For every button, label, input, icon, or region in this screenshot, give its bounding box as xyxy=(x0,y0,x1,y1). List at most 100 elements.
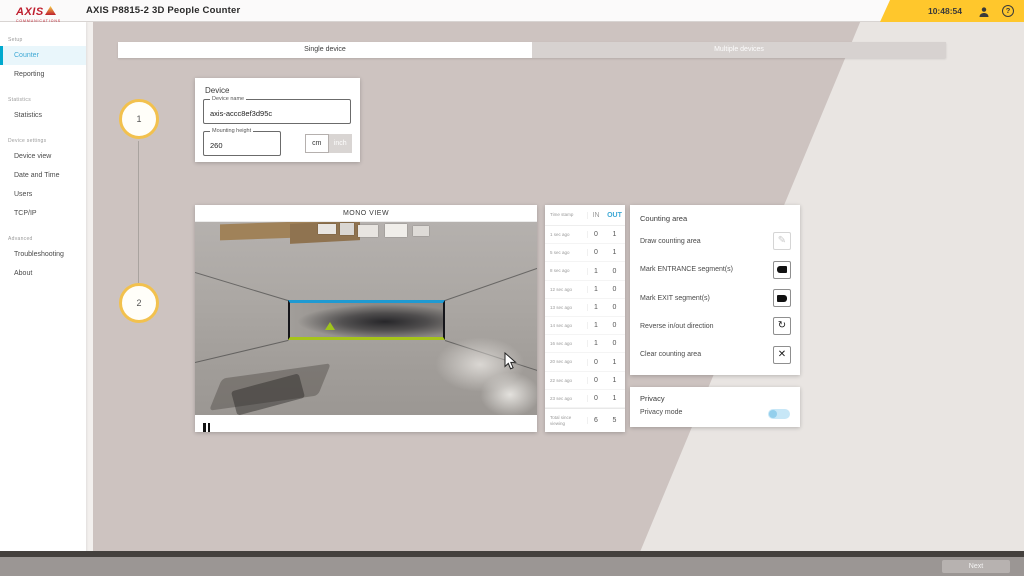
device-tabs: Single device Multiple devices xyxy=(118,42,946,58)
stats-total-label: Total since viewing xyxy=(545,415,587,426)
pause-icon[interactable] xyxy=(203,419,215,428)
mouse-cursor-icon xyxy=(504,352,517,376)
camera-view-panel: MONO VIEW xyxy=(195,205,537,432)
camera-live-view[interactable] xyxy=(195,222,537,415)
cell-time: 16 sec ago xyxy=(545,341,587,346)
sidebar-item-tcp-ip[interactable]: TCP/IP xyxy=(0,204,86,223)
cell-out: 1 xyxy=(604,249,625,256)
reverse-in-out-direction-button[interactable]: ↻ xyxy=(773,317,791,335)
stats-total-in: 6 xyxy=(587,417,604,424)
table-row: 16 sec ago10 xyxy=(545,335,625,353)
counting-action-row: Reverse in/out direction↻ xyxy=(630,312,800,340)
step-indicator-1: 1 xyxy=(119,99,159,139)
cell-in: 0 xyxy=(587,249,604,256)
perspective-line xyxy=(195,272,288,301)
sidebar-item-troubleshooting[interactable]: Troubleshooting xyxy=(0,245,86,264)
user-icon[interactable] xyxy=(978,5,990,17)
mounting-height-field[interactable] xyxy=(204,132,280,155)
device-panel: Device Device name Mounting height cm in… xyxy=(195,78,360,162)
cell-time: 5 sec ago xyxy=(545,250,587,255)
cell-in: 0 xyxy=(587,377,604,384)
tab-single-device[interactable]: Single device xyxy=(118,42,532,58)
unit-cm-button[interactable]: cm xyxy=(305,134,329,153)
counting-action-row: Mark EXIT segment(s) xyxy=(630,284,800,312)
cell-out: 0 xyxy=(604,304,625,311)
sidebar-item-device-view[interactable]: Device view xyxy=(0,147,86,166)
cell-out: 1 xyxy=(604,231,625,238)
cell-in: 1 xyxy=(587,322,604,329)
exit-segment-icon xyxy=(777,295,787,302)
counting-actions: Draw counting area✎Mark ENTRANCE segment… xyxy=(630,227,800,369)
pen-icon: ✎ xyxy=(778,236,786,246)
mounting-height-fieldset: Mounting height xyxy=(203,131,281,156)
perspective-line xyxy=(195,340,289,363)
table-row: 5 sec ago01 xyxy=(545,244,625,262)
counter-stats-panel: Time stamp IN OUT 1 sec ago015 sec ago01… xyxy=(545,205,625,432)
device-panel-title: Device xyxy=(205,86,229,95)
cell-in: 1 xyxy=(587,340,604,347)
desk-object xyxy=(413,226,429,236)
app: AXIS COMMUNICATIONS AXIS P8815-2 3D Peop… xyxy=(0,0,1024,576)
privacy-mode-label: Privacy mode xyxy=(640,409,682,416)
unit-inch-button[interactable]: inch xyxy=(329,134,353,153)
cell-in: 0 xyxy=(587,359,604,366)
mounting-height-label: Mounting height xyxy=(210,128,253,134)
sidebar-item-users[interactable]: Users xyxy=(0,185,86,204)
draw-counting-area-button[interactable]: ✎ xyxy=(773,232,791,250)
cell-in: 1 xyxy=(587,304,604,311)
toggle-knob xyxy=(769,410,777,418)
privacy-mode-toggle[interactable] xyxy=(768,409,790,419)
entrance-segment-icon xyxy=(777,266,787,273)
video-controls-bar xyxy=(195,415,537,432)
sidebar-scrollbar[interactable] xyxy=(86,22,93,552)
counting-action-label: Clear counting area xyxy=(640,351,701,358)
stats-total-row: Total since viewing 6 5 xyxy=(545,408,625,432)
cell-time: 14 sec ago xyxy=(545,323,587,328)
mark-entrance-segment-s--button[interactable] xyxy=(773,261,791,279)
mark-exit-segment-s--button[interactable] xyxy=(773,289,791,307)
privacy-panel: Privacy Privacy mode xyxy=(630,387,800,427)
tab-multiple-devices[interactable]: Multiple devices xyxy=(532,42,946,58)
sidebar-section-label: Device settings xyxy=(0,135,86,147)
desk-object xyxy=(385,224,407,237)
device-name-field[interactable] xyxy=(204,100,350,123)
perspective-line xyxy=(445,268,537,301)
desk-object xyxy=(318,224,336,234)
axis-logo: AXIS COMMUNICATIONS xyxy=(16,2,61,23)
table-row: 13 sec ago10 xyxy=(545,299,625,317)
camera-view-title: MONO VIEW xyxy=(195,205,537,222)
footer-bar: Next xyxy=(0,557,1024,576)
counting-area-panel: Counting area Draw counting area✎Mark EN… xyxy=(630,205,800,375)
counting-area-title: Counting area xyxy=(630,214,800,223)
person-blob xyxy=(290,303,443,337)
step-indicator-2: 2 xyxy=(119,283,159,323)
stats-header-row: Time stamp IN OUT xyxy=(545,205,625,226)
stats-total-out: 5 xyxy=(604,417,625,424)
help-icon[interactable]: ? xyxy=(1002,5,1014,17)
counting-action-row: Mark ENTRANCE segment(s) xyxy=(630,255,800,283)
clear-counting-area-button[interactable]: ✕ xyxy=(773,346,791,364)
sidebar-item-reporting[interactable]: Reporting xyxy=(0,65,86,84)
cell-in: 0 xyxy=(587,231,604,238)
cell-time: 22 sec ago xyxy=(545,378,587,383)
table-row: 22 sec ago01 xyxy=(545,372,625,390)
sidebar-item-about[interactable]: About xyxy=(0,264,86,283)
table-row: 1 sec ago01 xyxy=(545,226,625,244)
sidebar-item-date-and-time[interactable]: Date and Time xyxy=(0,166,86,185)
cell-time: 1 sec ago xyxy=(545,232,587,237)
sidebar-section-label: Statistics xyxy=(0,94,86,106)
counting-action-label: Mark EXIT segment(s) xyxy=(640,295,710,302)
cell-time: 8 sec ago xyxy=(545,268,587,273)
cell-out: 1 xyxy=(604,395,625,402)
cell-time: 13 sec ago xyxy=(545,305,587,310)
cell-out: 1 xyxy=(604,359,625,366)
table-row: 12 sec ago10 xyxy=(545,281,625,299)
next-button[interactable]: Next xyxy=(942,560,1010,573)
desk-object xyxy=(340,223,354,235)
counting-action-row: Clear counting area ✕ xyxy=(630,341,800,369)
sidebar-item-counter[interactable]: Counter xyxy=(0,46,86,65)
axis-logo-triangle-icon xyxy=(45,2,56,20)
counting-area-overlay[interactable] xyxy=(288,300,445,340)
sidebar-item-statistics[interactable]: Statistics xyxy=(0,106,86,125)
sidebar-section-label: Advanced xyxy=(0,233,86,245)
